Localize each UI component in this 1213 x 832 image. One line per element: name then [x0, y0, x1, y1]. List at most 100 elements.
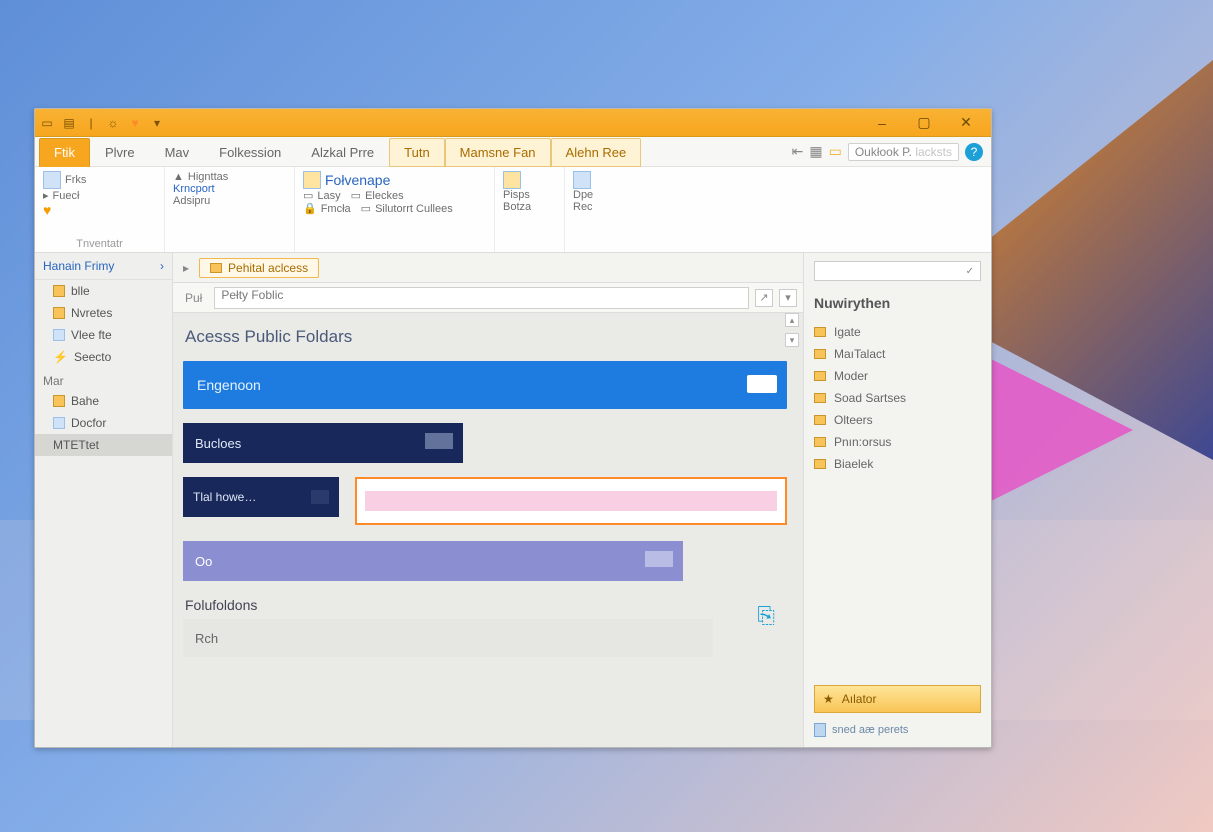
- nav-header[interactable]: Hanain Frimy ›: [35, 253, 172, 280]
- rail-item[interactable]: Olteers: [814, 411, 981, 429]
- star-icon: ★: [823, 692, 834, 706]
- tab-alehn[interactable]: Alehn Ree: [551, 138, 642, 167]
- breadcrumb: ▸ Pehital aclcess: [173, 253, 803, 283]
- tag-icon: [645, 551, 673, 567]
- folder-row[interactable]: Rch: [183, 619, 713, 657]
- folder-row[interactable]: Tlal howe…: [183, 477, 339, 517]
- ribbon-btn-folvenape[interactable]: Fołvenape: [303, 171, 390, 189]
- ribbon-lbl-botza: Botza: [503, 201, 531, 213]
- layout-icon[interactable]: ▦: [809, 143, 822, 160]
- folder-icon: [814, 415, 826, 425]
- section-title: Folufoldons: [185, 597, 787, 613]
- ribbon-btn-krncport[interactable]: Krncport: [173, 183, 215, 195]
- ribbon-btn-dpe[interactable]: [573, 171, 591, 189]
- ribbon-btn-cullees[interactable]: ▭ Silutorrt Cullees: [361, 202, 453, 215]
- promo-button[interactable]: ★ Aılator: [814, 685, 981, 713]
- ribbon-btn-fmcla[interactable]: 🔒 Fmcła: [303, 202, 351, 215]
- rail-item[interactable]: Pnın:orsus: [814, 433, 981, 451]
- titlebar: ▭ ▤ | ☼ ♥ ▾ – ▢ ✕: [35, 109, 991, 137]
- folder-row[interactable]: Bucloes: [183, 423, 463, 463]
- folder-icon: [814, 327, 826, 337]
- doc-icon: ▤: [61, 115, 77, 131]
- rail-footer[interactable]: sned aæ perets: [814, 717, 981, 737]
- sync-icon: ⎘: [757, 603, 775, 629]
- app-window: ▭ ▤ | ☼ ♥ ▾ – ▢ ✕ Ftik Plvre Mav Folkess…: [34, 108, 992, 748]
- right-panel: ✓ Nuwirythen Igate MaıTalact Moder Soad …: [803, 253, 991, 747]
- tab-tutn[interactable]: Tutn: [389, 138, 445, 167]
- tab-folk[interactable]: Folkession: [204, 138, 296, 167]
- folder-row[interactable]: Oo: [183, 541, 683, 581]
- folder-icon: [814, 349, 826, 359]
- ribbon-lbl-dpe: Dpe: [573, 189, 593, 201]
- dropdown-icon[interactable]: ▾: [779, 289, 797, 307]
- filter-dropdown[interactable]: ✓: [814, 261, 981, 281]
- ribbon-btn-eleckes[interactable]: ▭ Eleckes: [351, 189, 404, 202]
- expand-icon[interactable]: ↗: [755, 289, 773, 307]
- minimize-button[interactable]: –: [861, 111, 903, 135]
- highlighted-input[interactable]: [355, 477, 787, 525]
- search-input[interactable]: Pełty Foblic: [214, 287, 749, 309]
- rail-heading: Nuwirythen: [814, 295, 981, 311]
- nav-section: Mar: [35, 368, 172, 390]
- breadcrumb-root[interactable]: ▸: [179, 261, 193, 275]
- folder-icon: [814, 437, 826, 447]
- folder-icon: [53, 417, 65, 429]
- tab-mamse[interactable]: Mamsne Fan: [445, 138, 551, 167]
- doc-icon: [814, 723, 826, 737]
- close-button[interactable]: ✕: [945, 111, 987, 135]
- bolt-icon: ⚡: [53, 350, 68, 364]
- ribbon-group-title: Tnventatr: [43, 236, 156, 250]
- search-row: Puł Pełty Foblic ↗ ▾: [173, 283, 803, 313]
- scroll-opts-icon[interactable]: ▾: [785, 333, 799, 347]
- tab-mav[interactable]: Mav: [150, 138, 205, 167]
- folder-nav: Hanain Frimy › blle Nvretes Vlee fte ⚡Se…: [35, 253, 173, 747]
- rail-item[interactable]: Igate: [814, 323, 981, 341]
- nav-item[interactable]: Docfor: [35, 412, 172, 434]
- folder-icon: [814, 371, 826, 381]
- ribbon-btn-frks[interactable]: Frks: [43, 171, 86, 189]
- nav-item[interactable]: Vlee fte: [35, 324, 172, 346]
- nav-item[interactable]: Bahe: [35, 390, 172, 412]
- rail-item[interactable]: Soad Sartses: [814, 389, 981, 407]
- ribbon: Frks ▸ Fuecł ♥ Tnventatr ▲ Hignttas Krnc…: [35, 167, 991, 253]
- scroll-up-icon[interactable]: ▴: [785, 313, 799, 327]
- note-icon: ▭: [829, 143, 842, 160]
- help-icon[interactable]: ?: [965, 143, 983, 161]
- quick-access-toolbar: ▭ ▤ | ☼ ♥ ▾: [39, 115, 165, 131]
- scrollbar[interactable]: ▴ ▾: [785, 313, 799, 747]
- tag-icon: [425, 433, 453, 449]
- ribbon-btn-lasy[interactable]: ▭ Lasy: [303, 189, 341, 202]
- search-scope[interactable]: Puł: [179, 291, 208, 305]
- heart-icon[interactable]: ♥: [127, 115, 143, 131]
- ribbon-lbl-pisps: Pisps: [503, 189, 530, 201]
- folder-row[interactable]: Engenoon: [183, 361, 787, 409]
- nav-item[interactable]: blle: [35, 280, 172, 302]
- page-title: Acesss Public Foldars: [185, 327, 787, 347]
- heart-icon: ♥: [43, 202, 51, 218]
- tab-file[interactable]: Ftik: [39, 138, 90, 167]
- rail-item[interactable]: MaıTalact: [814, 345, 981, 363]
- ribbon-btn-hightas[interactable]: ▲ Hignttas: [173, 171, 228, 183]
- nav-item-selected[interactable]: MTETtet: [35, 434, 172, 456]
- tab-alzkal[interactable]: Alzkal Prre: [296, 138, 389, 167]
- folder-icon: [210, 263, 222, 273]
- nav-item[interactable]: ⚡Seecto: [35, 346, 172, 368]
- window-icon: ▭: [39, 115, 55, 131]
- nav-item[interactable]: Nvretes: [35, 302, 172, 324]
- sun-icon[interactable]: ☼: [105, 115, 121, 131]
- rail-item[interactable]: Biaelek: [814, 455, 981, 473]
- folder-icon: [814, 393, 826, 403]
- tag-icon: [311, 490, 329, 504]
- maximize-button[interactable]: ▢: [903, 111, 945, 135]
- ribbon-btn-fuecl[interactable]: ▸ Fuecł: [43, 189, 79, 202]
- ribbon-lbl-rec: Rec: [573, 201, 593, 213]
- rail-item[interactable]: Moder: [814, 367, 981, 385]
- arrow-left-icon[interactable]: ⇤: [792, 143, 804, 160]
- breadcrumb-item[interactable]: Pehital aclcess: [199, 258, 319, 278]
- tab-plvre[interactable]: Plvre: [90, 138, 150, 167]
- ribbon-btn-pisps[interactable]: [503, 171, 521, 189]
- app-title: Oukłook P. lacksts: [848, 143, 959, 161]
- folder-icon: [53, 395, 65, 407]
- ribbon-btn-adsipru[interactable]: Adsipru: [173, 195, 210, 207]
- chevron-down-icon[interactable]: ▾: [149, 115, 165, 131]
